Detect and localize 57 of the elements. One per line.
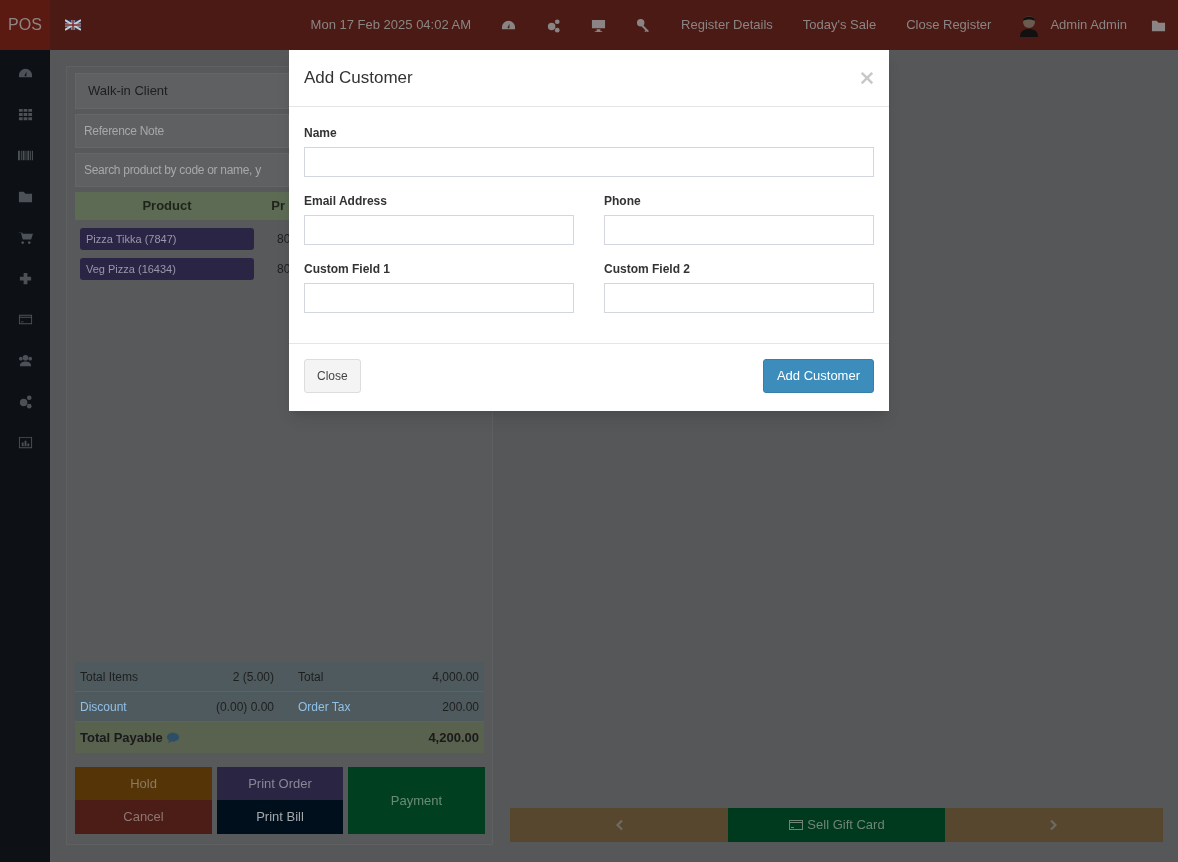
cancel-button[interactable]: Cancel xyxy=(75,800,212,834)
reference-note-field[interactable]: Reference Note xyxy=(75,114,289,148)
total-label: Total xyxy=(298,668,325,686)
add-customer-button[interactable]: Add Customer xyxy=(762,359,874,393)
key-icon xyxy=(636,17,652,33)
total-value: 200.00 xyxy=(441,698,479,716)
total-payable-value: 4,200.00 xyxy=(428,728,479,747)
brand-logo[interactable]: POS xyxy=(0,0,50,50)
close-icon xyxy=(860,71,874,85)
input-field[interactable] xyxy=(304,147,874,177)
print-order-button[interactable]: Print Order xyxy=(217,767,343,800)
total-payable-label: Total Payable xyxy=(80,728,163,747)
input-field[interactable] xyxy=(304,215,574,245)
total-value: 4,000.00 xyxy=(431,668,479,686)
language-flag-icon[interactable] xyxy=(65,17,81,33)
total-label[interactable]: Discount xyxy=(80,697,180,716)
field-label: Custom Field 1 xyxy=(304,261,391,278)
comment-icon[interactable] xyxy=(165,730,180,745)
credit-card-icon xyxy=(788,817,805,833)
dialog-title: Add Customer xyxy=(304,67,413,90)
user-name[interactable]: Admin Admin xyxy=(1050,15,1127,35)
field-label: Email Address xyxy=(304,193,388,210)
header-link[interactable]: Register Details xyxy=(666,15,788,35)
folder-icon[interactable] xyxy=(17,189,33,204)
search-field[interactable]: Search product by code or name, y xyxy=(75,153,289,187)
close-button[interactable]: Close xyxy=(304,359,361,393)
hold-button[interactable]: Hold xyxy=(75,767,212,800)
customer-select[interactable]: Walk-in Client xyxy=(75,73,290,109)
field-label: Name xyxy=(304,125,338,142)
grid-icon[interactable] xyxy=(17,107,33,122)
monitor-icon xyxy=(591,17,607,33)
header-link[interactable]: Close Register xyxy=(891,15,1007,35)
total-value: (0.00) 0.00 xyxy=(214,698,274,716)
plus-icon[interactable] xyxy=(17,271,33,286)
field-label: Custom Field 2 xyxy=(604,261,691,278)
print-bill-button[interactable]: Print Bill xyxy=(217,800,343,834)
product-label[interactable]: Pizza Tikka (7847) xyxy=(80,228,254,250)
field-label: Phone xyxy=(604,193,642,210)
column-header: Pr xyxy=(270,197,285,216)
input-field[interactable] xyxy=(604,215,874,245)
users-icon[interactable] xyxy=(17,353,33,368)
avatar xyxy=(1018,13,1041,37)
header-date: Mon 17 Feb 2025 04:02 AM xyxy=(310,16,472,35)
credit-card-icon[interactable] xyxy=(17,312,33,327)
sell-gift-card-button[interactable]: Sell Gift Card xyxy=(727,808,946,842)
barcode-icon[interactable] xyxy=(17,148,33,163)
payment-button[interactable]: Payment xyxy=(348,767,485,834)
bar-chart-icon[interactable] xyxy=(17,435,33,450)
header-link[interactable]: Today's Sale xyxy=(787,15,892,35)
product-label[interactable]: Veg Pizza (16434) xyxy=(80,258,254,280)
total-value: 2 (5.00) xyxy=(231,668,274,686)
total-label: Total Items xyxy=(80,668,140,686)
total-label[interactable]: Order Tax xyxy=(298,697,378,716)
close-button[interactable] xyxy=(860,71,874,85)
input-field[interactable] xyxy=(604,283,874,313)
input-field[interactable] xyxy=(304,283,574,313)
column-header: Product xyxy=(141,197,193,216)
